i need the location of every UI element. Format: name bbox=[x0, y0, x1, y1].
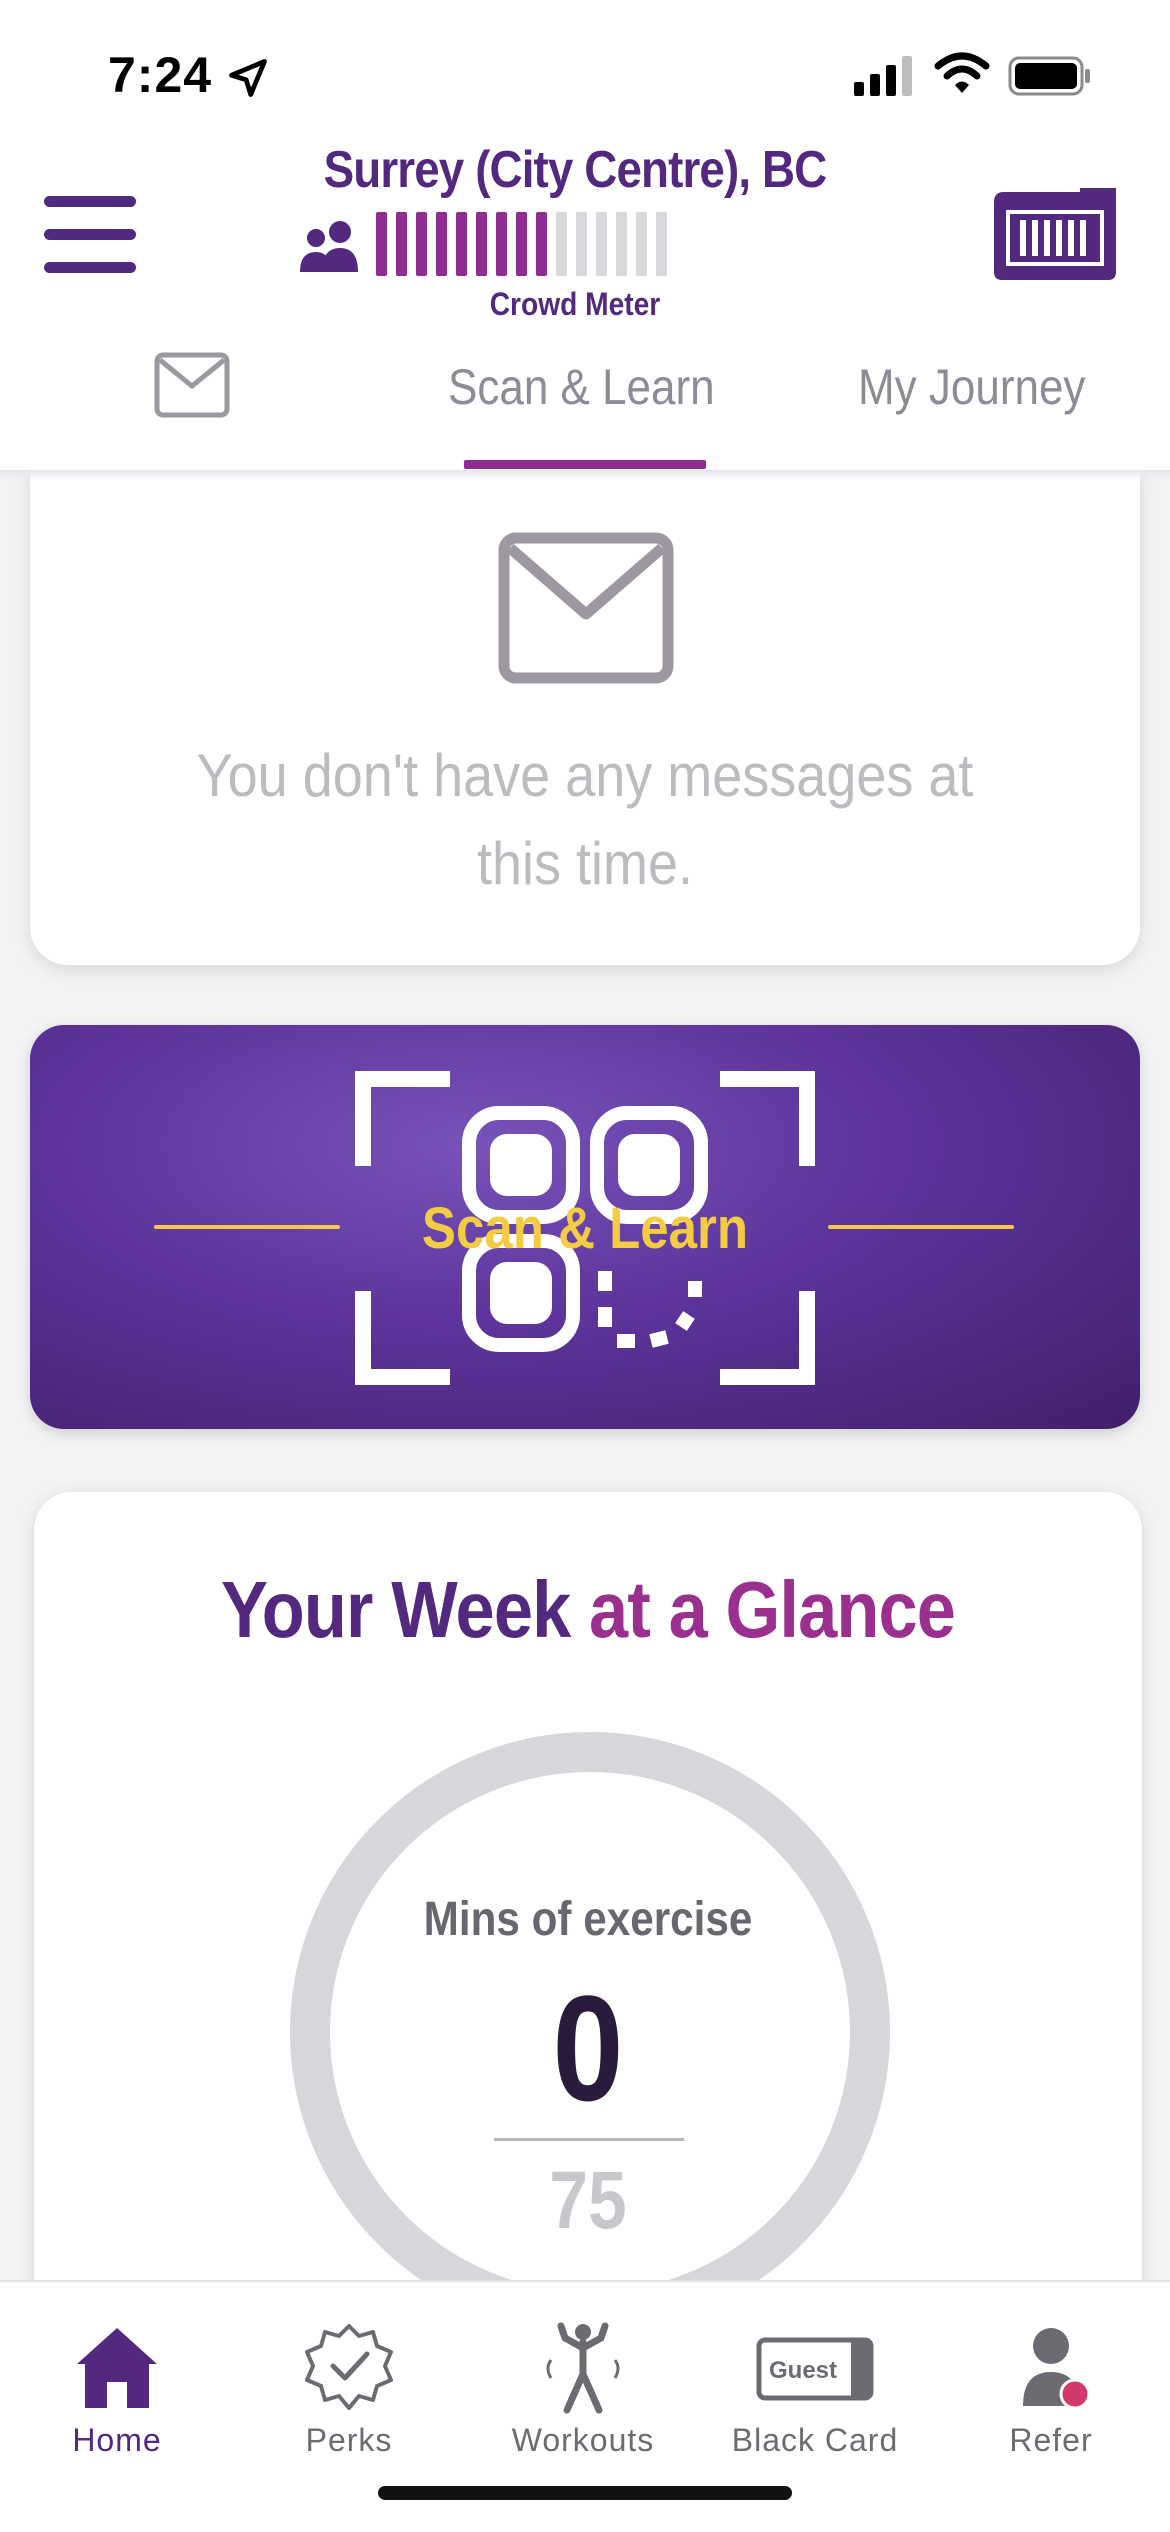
decorative-line-left bbox=[154, 1225, 340, 1229]
crowd-bar-empty bbox=[556, 212, 567, 276]
crowd-bar-filled bbox=[376, 212, 387, 276]
nav-black-card[interactable]: Guest Black Card bbox=[700, 2300, 930, 2470]
tab-scan-learn[interactable]: Scan & Learn bbox=[448, 358, 715, 416]
tab-bar-shadow bbox=[0, 470, 1170, 480]
crowd-bar-empty bbox=[636, 212, 647, 276]
tab-my-journey[interactable]: My Journey bbox=[858, 358, 1085, 416]
battery-icon bbox=[1008, 56, 1090, 96]
wifi-icon bbox=[934, 52, 990, 93]
perks-badge-icon bbox=[305, 2324, 393, 2410]
crowd-bar-filled bbox=[416, 212, 427, 276]
week-title-part2: at a Glance bbox=[570, 1565, 956, 1654]
nav-refer[interactable]: Refer bbox=[936, 2300, 1166, 2470]
week-glance-title: Your Week at a Glance bbox=[100, 1564, 1075, 1656]
location-arrow-icon bbox=[229, 59, 267, 97]
envelope-icon bbox=[498, 532, 674, 684]
active-tab-indicator bbox=[464, 460, 706, 469]
decorative-line-right bbox=[828, 1225, 1014, 1229]
refer-person-icon bbox=[1023, 2328, 1091, 2410]
tab-messages-mail-icon[interactable] bbox=[154, 352, 230, 418]
menu-line bbox=[44, 262, 136, 273]
crowd-bar-filled bbox=[536, 212, 547, 276]
crowd-bar-empty bbox=[576, 212, 587, 276]
crowd-meter-label: Crowd Meter bbox=[489, 286, 661, 322]
crowd-bar-empty bbox=[616, 212, 627, 276]
menu-line bbox=[44, 196, 136, 207]
nav-workouts[interactable]: Workouts bbox=[468, 2300, 698, 2470]
crowd-bar-filled bbox=[396, 212, 407, 276]
exercise-metric-label: Mins of exercise bbox=[423, 1893, 753, 1946]
crowd-bar-empty bbox=[596, 212, 607, 276]
nav-perks[interactable]: Perks bbox=[234, 2300, 464, 2470]
nav-home-label: Home bbox=[72, 2422, 162, 2458]
home-icon bbox=[77, 2328, 157, 2408]
menu-line bbox=[44, 229, 136, 240]
workouts-icon bbox=[546, 2322, 620, 2414]
hamburger-menu-button[interactable] bbox=[44, 196, 136, 274]
value-goal-divider bbox=[494, 2138, 684, 2141]
crowd-bar-filled bbox=[476, 212, 487, 276]
home-indicator[interactable] bbox=[378, 2486, 792, 2500]
empty-messages-text: You don't have any messages at this time… bbox=[196, 742, 974, 897]
status-bar: 7:24 bbox=[0, 0, 1170, 140]
crowd-meter-bars bbox=[376, 212, 667, 276]
status-time: 7:24 bbox=[108, 47, 213, 103]
crowd-bar-filled bbox=[456, 212, 467, 276]
nav-home[interactable]: Home bbox=[2, 2300, 232, 2470]
nav-refer-label: Refer bbox=[1009, 2422, 1093, 2458]
club-location-title[interactable]: Surrey (City Centre), BC bbox=[289, 140, 861, 200]
crowd-bar-filled bbox=[516, 212, 527, 276]
crowd-bar-filled bbox=[496, 212, 507, 276]
crowd-bar-filled bbox=[436, 212, 447, 276]
messages-card: You don't have any messages at this time… bbox=[30, 470, 1140, 965]
home-feed[interactable]: You don't have any messages at this time… bbox=[0, 470, 1170, 2280]
membership-barcode-card-icon[interactable] bbox=[994, 188, 1116, 280]
scan-learn-label: Scan & Learn bbox=[421, 1196, 749, 1261]
week-title-part1: Your Week bbox=[220, 1565, 571, 1654]
cellular-signal-icon bbox=[854, 56, 912, 96]
nav-perks-label: Perks bbox=[305, 2422, 393, 2458]
nav-workouts-label: Workouts bbox=[511, 2422, 655, 2458]
week-at-a-glance-card: Your Week at a Glance Mins of exercise 0… bbox=[34, 1492, 1142, 2280]
crowd-bar-empty bbox=[656, 212, 667, 276]
scan-learn-banner[interactable]: Scan & Learn bbox=[30, 1025, 1140, 1429]
black-card-guest-icon: Guest bbox=[756, 2337, 874, 2401]
crowd-people-icon bbox=[300, 221, 358, 272]
exercise-goal-value: 75 bbox=[549, 2155, 627, 2246]
nav-black-card-label: Black Card bbox=[731, 2422, 899, 2458]
exercise-minutes-value: 0 bbox=[552, 1964, 624, 2132]
guest-card-text: Guest bbox=[769, 2357, 837, 2384]
